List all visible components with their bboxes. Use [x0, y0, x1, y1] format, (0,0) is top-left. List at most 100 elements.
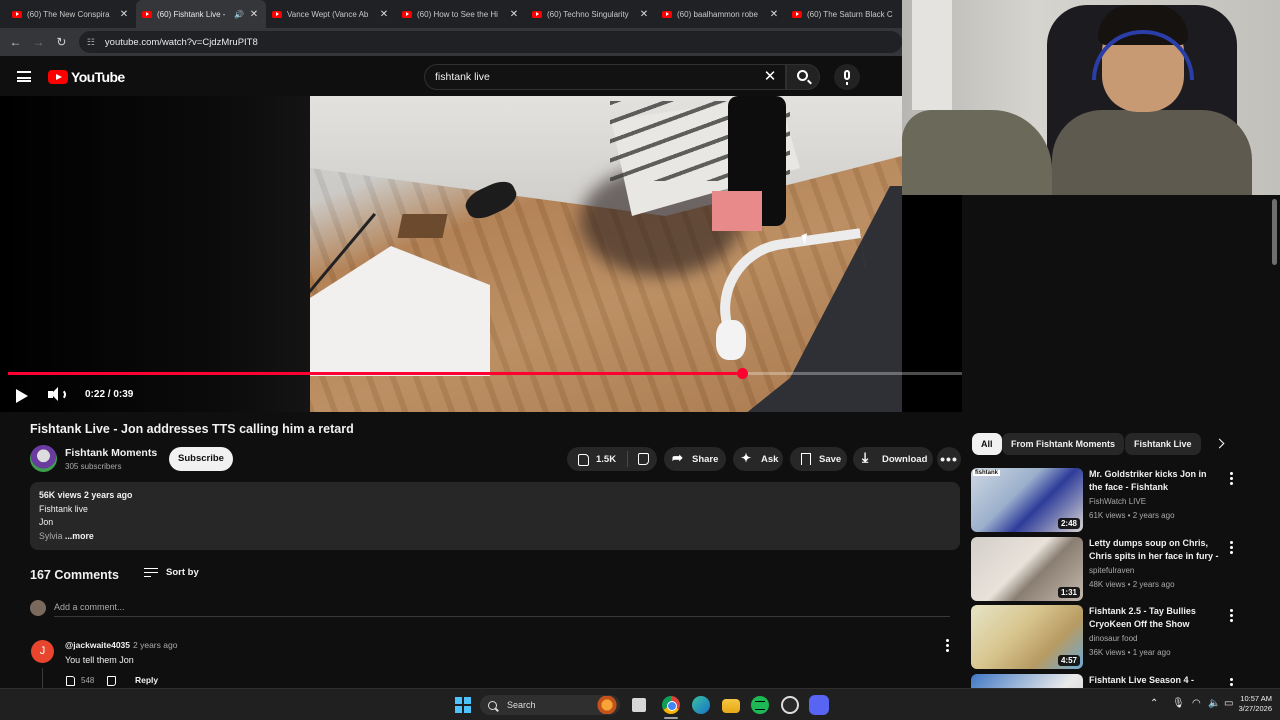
- site-info-icon[interactable]: ☷: [87, 37, 97, 47]
- voice-search-button[interactable]: [834, 64, 860, 90]
- file-explorer-icon[interactable]: [722, 699, 740, 713]
- kebab-menu-icon[interactable]: [1230, 677, 1233, 688]
- comment-author[interactable]: @jackwaite4035 2 years ago: [65, 640, 177, 650]
- close-tab-icon[interactable]: ✕: [248, 9, 260, 20]
- thumbs-down-icon[interactable]: [636, 452, 650, 466]
- like-button[interactable]: 1.5K: [567, 447, 657, 471]
- chip-from-channel[interactable]: From Fishtank Moments: [1002, 433, 1125, 455]
- download-button[interactable]: Download: [853, 447, 933, 471]
- chrome-icon[interactable]: [662, 696, 680, 714]
- address-bar[interactable]: ☷ youtube.com/watch?v=CjdzMruPIT8: [78, 31, 903, 53]
- browser-tab-active[interactable]: (60) Fishtank Live - 🔊 ✕: [136, 0, 266, 28]
- recommendation-item[interactable]: 4:57 Fishtank 2.5 - Tay Bullies CryoKeen…: [971, 605, 1271, 669]
- edge-icon[interactable]: [692, 696, 710, 714]
- audio-playing-icon[interactable]: 🔊: [234, 10, 244, 19]
- browser-tab[interactable]: (60) How to See the Hi ✕: [396, 0, 526, 28]
- browser-tab[interactable]: (60) The New Conspira ✕: [6, 0, 136, 28]
- scrollbar-thumb[interactable]: [1272, 199, 1277, 265]
- browser-tab[interactable]: (60) The Saturn Black C: [786, 0, 902, 28]
- chip-fishtank-live[interactable]: Fishtank Live: [1125, 433, 1201, 455]
- close-tab-icon[interactable]: ✕: [638, 9, 650, 20]
- video-duration: 1:31: [1057, 587, 1080, 598]
- recommendation-channel[interactable]: spitefulraven: [1089, 566, 1134, 575]
- video-thumbnail[interactable]: [971, 674, 1083, 688]
- channel-avatar[interactable]: [30, 445, 57, 472]
- kebab-menu-icon[interactable]: [1230, 608, 1233, 623]
- video-player[interactable]: 0:22 / 0:39 CC: [0, 96, 962, 412]
- bookmark-icon: [799, 452, 813, 466]
- system-clock[interactable]: 10:57 AM 3/27/2026: [1228, 694, 1272, 714]
- recommendation-title[interactable]: Letty dumps soup on Chris, Chris spits i…: [1089, 537, 1221, 563]
- recommendation-item[interactable]: Fishtank Live Season 4 - Daniel: [971, 674, 1271, 688]
- progress-scrubber[interactable]: [736, 368, 748, 379]
- widgets-icon[interactable]: [594, 696, 620, 714]
- browser-tab[interactable]: Vance Wept (Vance Ab ✕: [266, 0, 396, 28]
- video-frame[interactable]: [310, 96, 902, 412]
- reload-icon[interactable]: ↻: [50, 30, 73, 54]
- recommendation-title[interactable]: Mr. Goldstriker kicks Jon in the face - …: [1089, 468, 1221, 494]
- close-tab-icon[interactable]: ✕: [118, 9, 130, 20]
- chip-all[interactable]: All: [972, 433, 1002, 455]
- webcam-overlay: [902, 0, 1280, 195]
- chevron-right-icon[interactable]: [1216, 439, 1226, 449]
- book: [397, 214, 448, 238]
- recommendation-item[interactable]: 1:31 Letty dumps soup on Chris, Chris sp…: [971, 537, 1271, 601]
- comment-avatar[interactable]: J: [31, 640, 54, 663]
- description-box[interactable]: 56K views 2 years ago Fishtank live Jon …: [30, 482, 960, 550]
- share-button[interactable]: Share: [664, 447, 726, 471]
- sort-by-button[interactable]: Sort by: [144, 567, 199, 578]
- spotify-icon[interactable]: [751, 696, 769, 714]
- kebab-menu-icon[interactable]: [1230, 471, 1233, 486]
- search-button[interactable]: [786, 64, 820, 90]
- discord-icon[interactable]: [809, 695, 829, 715]
- recommendation-title[interactable]: Fishtank 2.5 - Tay Bullies CryoKeen Off …: [1089, 605, 1221, 631]
- like-divider: [627, 451, 628, 467]
- video-thumbnail[interactable]: 4:57: [971, 605, 1083, 669]
- recommendation-title[interactable]: Fishtank Live Season 4 - Daniel: [1089, 674, 1221, 688]
- browser-tab[interactable]: (60) Techno Singularity ✕: [526, 0, 656, 28]
- page-scrollbar[interactable]: [1271, 195, 1278, 685]
- wifi-icon[interactable]: ◠: [1192, 698, 1201, 709]
- windows-start-icon[interactable]: [455, 697, 471, 713]
- recommendation-channel[interactable]: dinosaur food: [1089, 634, 1137, 643]
- show-more-link[interactable]: ...more: [65, 531, 94, 541]
- kebab-menu-icon[interactable]: [1230, 540, 1233, 555]
- recommendation-item[interactable]: fishtank 2:48 Mr. Goldstriker kicks Jon i…: [971, 468, 1271, 532]
- volume-tray-icon[interactable]: 🔈: [1208, 698, 1220, 709]
- video-thumbnail[interactable]: fishtank 2:48: [971, 468, 1083, 532]
- comment-thumbs-up-icon[interactable]: [65, 675, 76, 686]
- clear-search-icon[interactable]: ✕: [760, 67, 780, 87]
- comment-thumbs-down-icon[interactable]: [106, 676, 117, 687]
- save-button[interactable]: Save: [790, 447, 847, 471]
- reply-button[interactable]: Reply: [135, 675, 158, 685]
- youtube-favicon-icon: [12, 10, 22, 18]
- close-tab-icon[interactable]: ✕: [768, 9, 780, 20]
- comment-kebab-icon[interactable]: [944, 638, 950, 653]
- browser-tab[interactable]: (60) baalhammon robe ✕: [656, 0, 786, 28]
- add-comment-input[interactable]: Add a comment...: [54, 602, 125, 612]
- forward-arrow-icon[interactable]: →: [27, 30, 50, 54]
- video-progress-bar[interactable]: [8, 368, 962, 379]
- save-label: Save: [819, 453, 842, 465]
- close-tab-icon[interactable]: ✕: [378, 9, 390, 20]
- clock-time: 10:57 AM: [1240, 694, 1272, 703]
- search-input[interactable]: fishtank live: [424, 64, 786, 90]
- microphone-icon: [844, 70, 850, 85]
- comments-count: 167 Comments: [30, 568, 119, 582]
- chevron-up-icon[interactable]: ⌃: [1150, 698, 1158, 709]
- ask-button[interactable]: Ask: [733, 447, 783, 471]
- close-tab-icon[interactable]: ✕: [508, 9, 520, 20]
- channel-name[interactable]: Fishtank Moments: [65, 447, 157, 459]
- hamburger-menu-icon[interactable]: [17, 71, 31, 82]
- obs-icon[interactable]: [781, 696, 799, 714]
- volume-icon[interactable]: [48, 384, 66, 406]
- back-arrow-icon[interactable]: ←: [4, 30, 27, 54]
- more-actions-button[interactable]: •••: [937, 447, 961, 471]
- recommendation-channel[interactable]: FishWatch LIVE: [1089, 497, 1146, 506]
- subscribe-button[interactable]: Subscribe: [169, 447, 233, 471]
- video-thumbnail[interactable]: 1:31: [971, 537, 1083, 601]
- microphone-tray-icon[interactable]: 🎙: [1172, 698, 1185, 709]
- youtube-logo[interactable]: YouTube: [48, 69, 125, 85]
- task-view-icon[interactable]: [632, 698, 646, 712]
- play-icon[interactable]: [15, 384, 29, 406]
